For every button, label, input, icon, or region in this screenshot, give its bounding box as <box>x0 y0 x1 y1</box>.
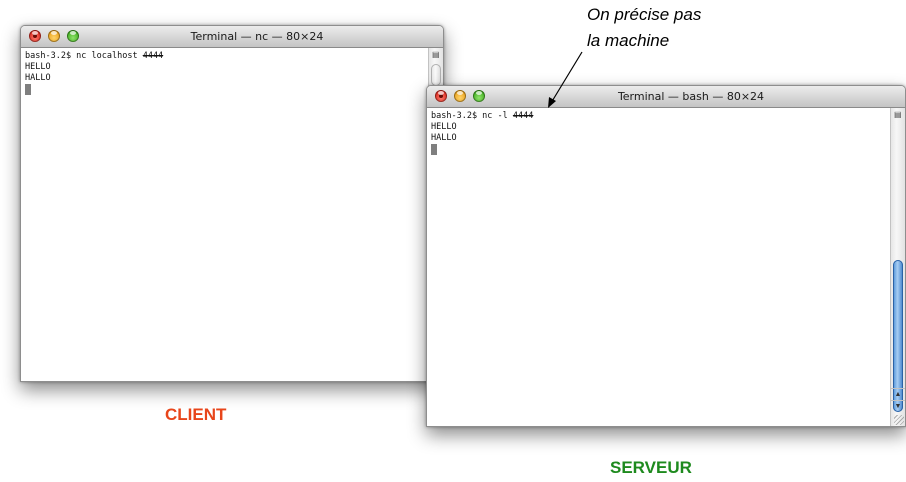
server-text-cursor <box>431 144 437 155</box>
server-terminal-output[interactable]: bash-3.2$ nc -l 4444 HELLO HALLO <box>427 108 890 426</box>
server-caption: SERVEUR <box>610 458 692 477</box>
server-title-bar[interactable]: Terminal — bash — 80×24 <box>427 86 905 108</box>
client-text-cursor <box>25 84 31 95</box>
arrow-down-icon[interactable]: ▼ <box>891 400 905 413</box>
zoom-icon[interactable] <box>67 30 79 42</box>
annotation-line-1: On précise pas <box>587 5 702 24</box>
split-pane-icon[interactable]: ▤ <box>432 50 440 59</box>
server-terminal-window[interactable]: Terminal — bash — 80×24 bash-3.2$ nc -l … <box>426 85 906 427</box>
close-icon[interactable] <box>29 30 41 42</box>
client-window-title: Terminal — nc — 80×24 <box>190 30 324 43</box>
annotation-note: On précise pas la machine <box>587 2 701 54</box>
client-output-line: HELLO <box>25 62 51 72</box>
client-terminal-window[interactable]: Terminal — nc — 80×24 bash-3.2$ nc local… <box>20 25 444 382</box>
server-command-line: bash-3.2$ nc -l 4444 <box>431 111 886 122</box>
server-output-line: HALLO <box>431 133 457 143</box>
client-scroll-thumb[interactable] <box>431 64 441 86</box>
server-output-line: HELLO <box>431 122 457 132</box>
split-pane-icon[interactable]: ▤ <box>894 110 902 119</box>
client-command-line: bash-3.2$ nc localhost 4444 <box>25 51 424 62</box>
client-output-line: HALLO <box>25 73 51 83</box>
client-title-bar[interactable]: Terminal — nc — 80×24 <box>21 26 443 48</box>
client-caption: CLIENT <box>165 405 227 424</box>
server-command-prompt: bash-3.2$ nc -l <box>431 111 513 121</box>
minimize-icon[interactable] <box>48 30 60 42</box>
minimize-icon[interactable] <box>454 90 466 102</box>
server-window-title: Terminal — bash — 80×24 <box>617 90 765 103</box>
client-terminal-output[interactable]: bash-3.2$ nc localhost 4444 HELLO HALLO <box>21 48 428 381</box>
close-icon[interactable] <box>435 90 447 102</box>
annotation-line-2: la machine <box>587 31 670 50</box>
client-port-number: 4444 <box>142 51 164 61</box>
server-scrollbar[interactable]: ▤ ▲ ▼ <box>890 108 905 426</box>
client-command-prompt: bash-3.2$ nc localhost <box>25 51 143 61</box>
zoom-icon[interactable] <box>473 90 485 102</box>
resize-grip-icon[interactable] <box>894 415 904 425</box>
server-port-number: 4444 <box>512 111 534 121</box>
